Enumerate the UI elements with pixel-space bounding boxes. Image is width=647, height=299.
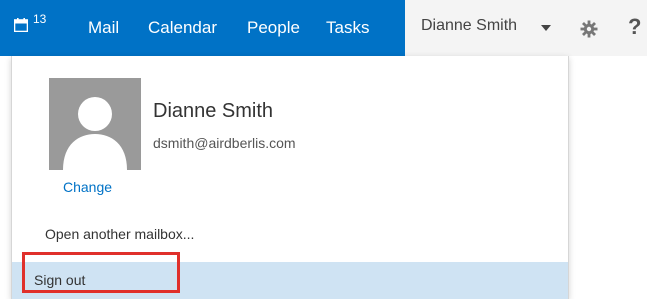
outlook-web-app-window: 13 Mail Calendar People Tasks Dianne Smi… [0, 0, 647, 299]
nav-item-mail[interactable]: Mail [88, 18, 119, 38]
help-button[interactable]: ? [628, 14, 641, 40]
sign-out-label: Sign out [34, 272, 86, 288]
change-photo-link[interactable]: Change [63, 179, 112, 195]
nav-item-calendar[interactable]: Calendar [148, 18, 217, 38]
avatar[interactable] [49, 78, 141, 170]
account-dropdown-panel: Change Dianne Smith dsmith@airdberlis.co… [11, 56, 569, 299]
profile-email: dsmith@airdberlis.com [153, 135, 296, 151]
gear-icon[interactable] [580, 20, 598, 38]
chevron-down-icon[interactable] [541, 25, 551, 31]
nav-item-tasks[interactable]: Tasks [326, 18, 369, 38]
sign-out-menu-item[interactable]: Sign out [12, 262, 568, 299]
calendar-reminder-count: 13 [33, 12, 47, 26]
user-header-area: Dianne Smith ? [405, 0, 647, 56]
profile-display-name: Dianne Smith [153, 100, 274, 122]
open-another-mailbox-link[interactable]: Open another mailbox... [45, 226, 194, 242]
user-menu-button[interactable]: Dianne Smith [421, 17, 517, 35]
nav-item-people[interactable]: People [247, 18, 300, 38]
calendar-icon[interactable] [14, 18, 28, 32]
person-silhouette-icon [63, 97, 127, 170]
top-navigation-bar: 13 Mail Calendar People Tasks [0, 0, 405, 56]
